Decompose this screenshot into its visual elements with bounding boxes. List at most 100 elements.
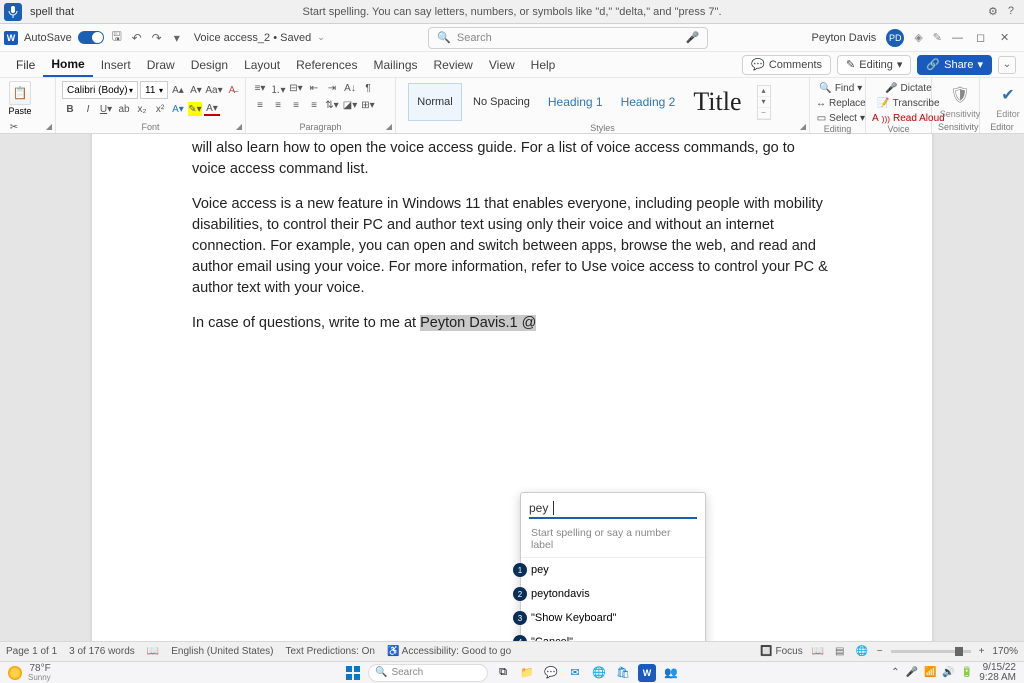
zoom-in-icon[interactable]: + bbox=[979, 646, 985, 657]
style-heading1[interactable]: Heading 1 bbox=[541, 83, 610, 121]
people-icon[interactable]: 👥 bbox=[662, 664, 680, 682]
font-size-combo[interactable]: 11▾ bbox=[140, 81, 168, 99]
focus-mode[interactable]: 🔲 Focus bbox=[760, 646, 802, 657]
shrink-font-icon[interactable]: A▾ bbox=[188, 83, 204, 97]
show-marks-icon[interactable]: ¶ bbox=[360, 81, 376, 95]
page-count[interactable]: Page 1 of 1 bbox=[6, 646, 57, 657]
borders-icon[interactable]: ⊞▾ bbox=[360, 98, 376, 112]
mic-tray-icon[interactable]: 🎤 bbox=[905, 667, 917, 678]
style-no-spacing[interactable]: No Spacing bbox=[466, 83, 537, 121]
find-button[interactable]: 🔍 Find ▾ bbox=[819, 83, 862, 94]
style-title[interactable]: Title bbox=[686, 83, 748, 121]
change-case-icon[interactable]: Aa▾ bbox=[206, 83, 222, 97]
redo-icon[interactable]: ↷ bbox=[150, 31, 164, 45]
font-color-icon[interactable]: A▾ bbox=[204, 102, 220, 116]
tab-view[interactable]: View bbox=[481, 54, 523, 76]
share-button[interactable]: 🔗 Share ▾ bbox=[917, 55, 992, 75]
save-icon[interactable]: 🖫 bbox=[110, 27, 124, 48]
tray-chevron-icon[interactable]: ⌃ bbox=[891, 667, 899, 678]
paragraph-1[interactable]: will also learn how to open the voice ac… bbox=[192, 138, 832, 180]
ribbon-collapse-button[interactable]: ⌄ bbox=[998, 56, 1016, 74]
help-icon[interactable]: ? bbox=[1008, 5, 1014, 18]
tab-draw[interactable]: Draw bbox=[139, 54, 183, 76]
editor-button[interactable]: ✔ Editor bbox=[986, 81, 1024, 122]
tab-references[interactable]: References bbox=[288, 54, 365, 76]
undo-icon[interactable]: ↶ bbox=[130, 31, 144, 45]
mail-icon[interactable]: ✉ bbox=[566, 664, 584, 682]
tab-home[interactable]: Home bbox=[43, 53, 92, 77]
diamond-icon[interactable]: ◈ bbox=[914, 31, 922, 44]
zoom-slider[interactable] bbox=[891, 650, 971, 653]
italic-icon[interactable]: I bbox=[80, 102, 96, 116]
editing-mode-button[interactable]: ✎ Editing ▾ bbox=[837, 55, 911, 75]
taskbar-search[interactable]: 🔍 Search bbox=[368, 664, 488, 682]
superscript-icon[interactable]: x² bbox=[152, 102, 168, 116]
user-name[interactable]: Peyton Davis bbox=[812, 32, 877, 44]
weather-widget[interactable]: 78°F Sunny bbox=[0, 664, 51, 682]
styles-launcher-icon[interactable]: ◢ bbox=[800, 122, 806, 131]
tab-design[interactable]: Design bbox=[183, 54, 236, 76]
replace-button[interactable]: ↔ Replace bbox=[816, 98, 866, 109]
document-area[interactable]: will also learn how to open the voice ac… bbox=[0, 134, 1024, 641]
styles-scroll[interactable]: ▴▾⎯ bbox=[757, 85, 771, 120]
tab-review[interactable]: Review bbox=[426, 54, 481, 76]
word-count[interactable]: 3 of 176 words bbox=[69, 646, 135, 657]
style-normal[interactable]: Normal bbox=[408, 83, 462, 121]
justify-icon[interactable]: ≡ bbox=[306, 98, 322, 112]
line-spacing-icon[interactable]: ⇅▾ bbox=[324, 98, 340, 112]
store-icon[interactable]: 🛍 bbox=[614, 664, 632, 682]
text-predictions-status[interactable]: Text Predictions: On bbox=[286, 646, 375, 657]
minimize-button[interactable]: — bbox=[952, 32, 966, 44]
close-button[interactable]: ✕ bbox=[1000, 31, 1014, 44]
numbering-icon[interactable]: ⒈▾ bbox=[270, 81, 286, 95]
maximize-button[interactable]: ◻ bbox=[976, 31, 990, 44]
microphone-icon[interactable] bbox=[4, 3, 22, 21]
select-button[interactable]: ▭ Select ▾ bbox=[817, 113, 865, 124]
clipboard-launcher-icon[interactable]: ◢ bbox=[46, 122, 52, 131]
tab-layout[interactable]: Layout bbox=[236, 54, 288, 76]
tab-file[interactable]: File bbox=[8, 54, 43, 76]
highlight-icon[interactable]: ✎▾ bbox=[188, 102, 202, 116]
font-launcher-icon[interactable]: ◢ bbox=[236, 122, 242, 131]
web-layout-icon[interactable]: 🌐 bbox=[855, 645, 869, 659]
zoom-level[interactable]: 170% bbox=[992, 646, 1018, 657]
settings-gear-icon[interactable]: ⚙ bbox=[988, 5, 998, 18]
chat-icon[interactable]: 💬 bbox=[542, 664, 560, 682]
wifi-icon[interactable]: 📶 bbox=[924, 667, 936, 678]
text-effects-icon[interactable]: A▾ bbox=[170, 102, 186, 116]
transcribe-button[interactable]: 📝 Transcribe bbox=[877, 98, 939, 109]
edge-icon[interactable]: 🌐 bbox=[590, 664, 608, 682]
clear-format-icon[interactable]: A̶ bbox=[224, 83, 240, 97]
document-title[interactable]: Voice access_2 • Saved bbox=[194, 32, 312, 44]
tab-mailings[interactable]: Mailings bbox=[365, 54, 425, 76]
sort-icon[interactable]: A↓ bbox=[342, 81, 358, 95]
spell-option-2[interactable]: 2peytondavis bbox=[521, 582, 705, 606]
font-name-combo[interactable]: Calibri (Body)▾ bbox=[62, 81, 138, 99]
align-right-icon[interactable]: ≡ bbox=[288, 98, 304, 112]
volume-icon[interactable]: 🔊 bbox=[942, 667, 954, 678]
task-view-icon[interactable]: ⧉ bbox=[494, 664, 512, 682]
word-taskbar-icon[interactable]: W bbox=[638, 664, 656, 682]
qat-dropdown-icon[interactable]: ▾ bbox=[170, 31, 184, 45]
increase-indent-icon[interactable]: ⇥ bbox=[324, 81, 340, 95]
battery-icon[interactable]: 🔋 bbox=[961, 667, 973, 678]
paragraph-2[interactable]: Voice access is a new feature in Windows… bbox=[192, 194, 832, 299]
strikethrough-icon[interactable]: ab bbox=[116, 102, 132, 116]
paste-button[interactable]: 📋 Paste bbox=[6, 81, 34, 116]
user-avatar[interactable]: PD bbox=[886, 29, 904, 47]
bullets-icon[interactable]: ≡▾ bbox=[252, 81, 268, 95]
spell-input[interactable]: pey bbox=[529, 499, 697, 519]
accessibility-status[interactable]: ♿ Accessibility: Good to go bbox=[387, 646, 511, 657]
spell-option-3[interactable]: 3"Show Keyboard" bbox=[521, 606, 705, 630]
autosave-toggle[interactable] bbox=[78, 31, 104, 44]
spellcheck-icon[interactable]: 📖 bbox=[147, 646, 159, 657]
paragraph-launcher-icon[interactable]: ◢ bbox=[386, 122, 392, 131]
read-mode-icon[interactable]: 📖 bbox=[811, 645, 825, 659]
print-layout-icon[interactable]: ▤ bbox=[833, 645, 847, 659]
cut-icon[interactable]: ✂ bbox=[6, 120, 22, 134]
grow-font-icon[interactable]: A▴ bbox=[170, 83, 186, 97]
search-box[interactable]: 🔍 Search 🎤 bbox=[428, 27, 708, 49]
spell-option-1[interactable]: 1pey bbox=[521, 558, 705, 582]
shading-icon[interactable]: ◪▾ bbox=[342, 98, 358, 112]
tab-insert[interactable]: Insert bbox=[93, 54, 139, 76]
